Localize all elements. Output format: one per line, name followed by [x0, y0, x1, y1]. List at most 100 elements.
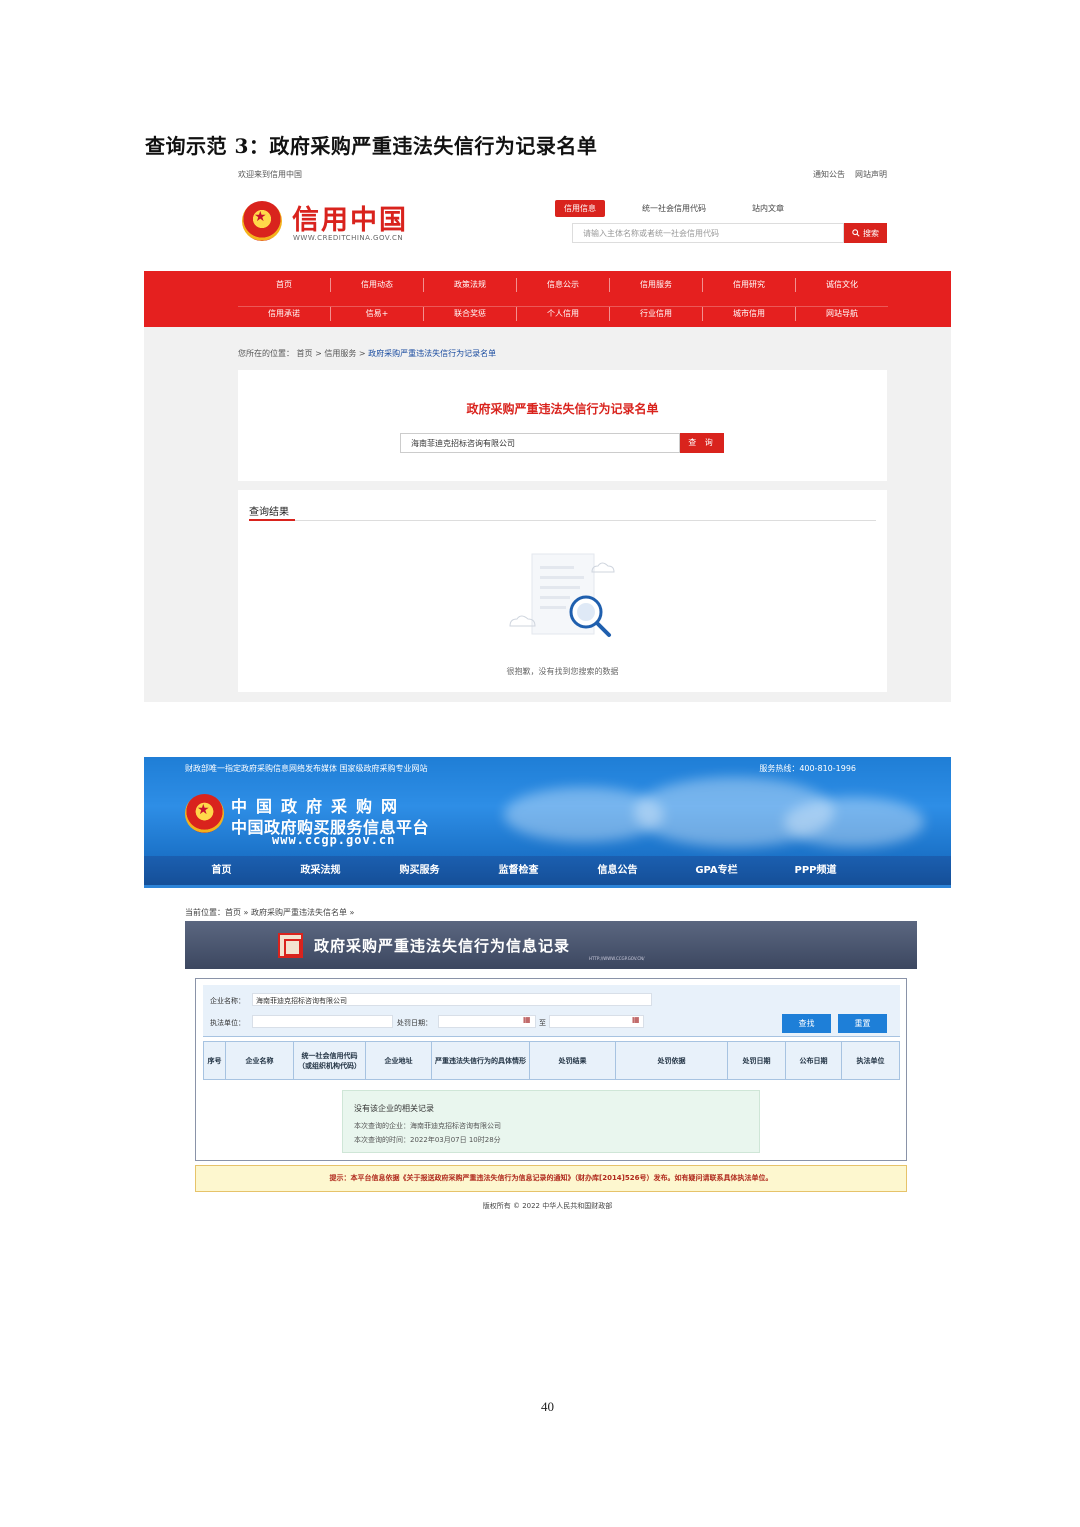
nav-item[interactable]: 信用服务 — [610, 278, 703, 292]
breadcrumb-current: 政府采购严重违法失信行为记录名单 — [368, 349, 497, 358]
header-search-label: 搜索 — [863, 228, 879, 238]
result-panel: 查询结果 很抱歉，没有找到您搜索的数据 — [238, 490, 887, 692]
query-title: 政府采购严重违法失信行为记录名单 — [466, 402, 659, 416]
ccgp-hotline: 服务热线：400-810-1996 — [759, 764, 856, 773]
seal-icon — [278, 933, 303, 958]
record-search-panel: 企业名称： 海南菲迪克招标咨询有限公司 执法单位： 处罚日期： ▦ 至 ▦ 查找… — [195, 978, 907, 1161]
nav-item[interactable]: 政策法规 — [424, 278, 517, 292]
top-link-notice[interactable]: 通知公告 — [813, 169, 845, 180]
tab-site-articles[interactable]: 站内文章 — [743, 200, 793, 217]
tab-credit-info[interactable]: 信用信息 — [555, 200, 605, 217]
column-header: 统一社会信用代码（或组织机构代码） — [294, 1042, 366, 1079]
nav-item[interactable]: 城市信用 — [703, 307, 796, 321]
result-divider — [249, 520, 876, 521]
nav-item[interactable]: 信用动态 — [331, 278, 424, 292]
creditchina-logo[interactable]: 信用中国 — [292, 198, 408, 237]
column-header: 处罚结果 — [530, 1042, 616, 1079]
calendar-icon[interactable]: ▦ — [523, 1015, 531, 1024]
top-links: 通知公告 网站声明 — [813, 169, 887, 180]
national-emblem-icon — [185, 794, 224, 833]
company-label: 企业名称： — [210, 997, 245, 1005]
nav-item[interactable]: 信用研究 — [703, 278, 796, 292]
nav-item[interactable]: 个人信用 — [517, 307, 610, 321]
column-header: 序号 — [204, 1042, 226, 1079]
nav-item[interactable]: 首页 — [238, 278, 331, 292]
nav-item[interactable]: 网站导航 — [796, 307, 888, 321]
company-input[interactable]: 海南菲迪克招标咨询有限公司 — [252, 993, 652, 1006]
date-start-input[interactable] — [438, 1015, 536, 1028]
ccgp-screenshot: 财政部唯一指定政府采购信息网络发布媒体 国家级政府采购专业网站 服务热线：400… — [144, 757, 951, 1217]
search-form: 企业名称： 海南菲迪克招标咨询有限公司 执法单位： 处罚日期： ▦ 至 ▦ 查找… — [203, 985, 900, 1037]
breadcrumb-separator: > — [358, 349, 369, 358]
unit-label: 执法单位： — [210, 1019, 245, 1027]
column-header: 严重违法失信行为的具体情形 — [432, 1042, 530, 1079]
unit-input[interactable] — [252, 1015, 393, 1028]
column-header: 企业名称 — [226, 1042, 294, 1079]
creditchina-logo-url: WWW.CREDITCHINA.GOV.CN — [293, 234, 404, 242]
nav-item[interactable]: 信用承诺 — [238, 307, 331, 321]
reset-button[interactable]: 重置 — [838, 1014, 887, 1033]
search-tabs: 信用信息 统一社会信用代码 站内文章 — [555, 200, 821, 217]
breadcrumb: 您所在的位置： 首页 > 信用服务 > 政府采购严重违法失信行为记录名单 — [238, 348, 496, 359]
ccgp-top-line: 财政部唯一指定政府采购信息网络发布媒体 国家级政府采购专业网站 — [185, 764, 428, 773]
result-table-header: 序号 企业名称 统一社会信用代码（或组织机构代码） 企业地址 严重违法失信行为的… — [203, 1041, 900, 1080]
date-end-input[interactable] — [549, 1015, 644, 1028]
nav-row-1: 首页 信用动态 政策法规 信息公示 信用服务 信用研究 诚信文化 — [238, 278, 888, 292]
header-search-button[interactable]: 搜索 — [844, 223, 887, 243]
nav-item[interactable]: GPA专栏 — [667, 856, 766, 885]
nav-item[interactable]: 联合奖惩 — [424, 307, 517, 321]
banner-cloud — [784, 797, 924, 847]
column-header: 公布日期 — [786, 1042, 842, 1079]
page-number: 40 — [541, 1399, 554, 1414]
tab-credit-code[interactable]: 统一社会信用代码 — [633, 200, 715, 217]
empty-result-text: 很抱歉，没有找到您搜索的数据 — [506, 667, 619, 676]
breadcrumb: 当前位置：首页 » 政府采购严重违法失信名单 » — [185, 908, 355, 917]
breadcrumb-prefix: 您所在的位置： — [238, 349, 294, 358]
creditchina-screenshot: 欢迎来到信用中国 通知公告 网站声明 信用中国 WWW.CREDITCHINA.… — [144, 166, 951, 702]
nav-item[interactable]: 信息公告 — [568, 856, 667, 885]
nav-item[interactable]: 首页 — [172, 856, 271, 885]
breadcrumb-separator: > — [315, 349, 325, 358]
query-input[interactable]: 海南菲迪克招标咨询有限公司 — [400, 433, 680, 453]
empty-result-magnifier-icon — [509, 553, 615, 637]
to-label: 至 — [539, 1019, 546, 1027]
result-divider-accent — [249, 519, 295, 521]
column-header: 处罚日期 — [728, 1042, 786, 1079]
no-record-title: 没有该企业的相关记录 — [354, 1104, 434, 1113]
nav-item[interactable]: 诚信文化 — [796, 278, 888, 292]
result-title: 查询结果 — [249, 507, 289, 518]
welcome-text: 欢迎来到信用中国 — [238, 170, 302, 179]
ccgp-banner: 财政部唯一指定政府采购信息网络发布媒体 国家级政府采购专业网站 服务热线：400… — [144, 757, 951, 856]
breadcrumb-service[interactable]: 信用服务 — [324, 349, 356, 358]
national-emblem-icon — [242, 201, 282, 241]
nav-item[interactable]: 购买服务 — [370, 856, 469, 885]
find-button[interactable]: 查找 — [782, 1014, 831, 1033]
column-header: 企业地址 — [366, 1042, 432, 1079]
nav-item[interactable]: 信息公示 — [517, 278, 610, 292]
nav-item[interactable]: 行业信用 — [610, 307, 703, 321]
nav-item[interactable]: 信易+ — [331, 307, 424, 321]
creditchina-header: 欢迎来到信用中国 通知公告 网站声明 信用中国 WWW.CREDITCHINA.… — [144, 166, 951, 271]
top-link-statement[interactable]: 网站声明 — [855, 169, 887, 180]
ccgp-nav: 首页 政采法规 购买服务 监督检查 信息公告 GPA专栏 PPP频道 — [144, 856, 951, 888]
copyright: 版权所有 © 2022 中华人民共和国财政部 — [482, 1202, 613, 1210]
record-title-url: HTTP://WWW.CCGP.GOV.CN/ — [589, 956, 645, 961]
no-record-message: 没有该企业的相关记录 本次查询的企业：海南菲迪克招标咨询有限公司 本次查询的时间… — [342, 1090, 760, 1153]
notice-bar: 提示：本平台信息依据《关于报送政府采购严重违法失信行为信息记录的通知》（财办库[… — [195, 1165, 907, 1192]
nav-row-2: 信用承诺 信易+ 联合奖惩 个人信用 行业信用 城市信用 网站导航 — [238, 306, 888, 321]
nav-item[interactable]: PPP频道 — [766, 856, 865, 885]
nav-item[interactable]: 政采法规 — [271, 856, 370, 885]
calendar-icon[interactable]: ▦ — [632, 1015, 640, 1024]
creditchina-nav: 首页 信用动态 政策法规 信息公示 信用服务 信用研究 诚信文化 信用承诺 信易… — [144, 271, 951, 327]
record-title-bar: 政府采购严重违法失信行为信息记录 HTTP://WWW.CCGP.GOV.CN/ — [185, 921, 917, 969]
date-label: 处罚日期： — [397, 1019, 432, 1027]
search-icon — [852, 229, 860, 237]
query-button[interactable]: 查 询 — [680, 433, 724, 453]
query-company-line: 本次查询的企业：海南菲迪克招标咨询有限公司 — [354, 1122, 501, 1130]
ccgp-logo-url: www.ccgp.gov.cn — [272, 833, 396, 847]
header-search-input[interactable]: 请输入主体名称或者统一社会信用代码 — [572, 223, 844, 243]
breadcrumb-home[interactable]: 首页 — [297, 349, 313, 358]
document-heading: 查询示范 3：政府采购严重违法失信行为记录名单 — [145, 134, 598, 158]
nav-item[interactable]: 监督检查 — [469, 856, 568, 885]
column-header: 执法单位 — [856, 1056, 885, 1065]
